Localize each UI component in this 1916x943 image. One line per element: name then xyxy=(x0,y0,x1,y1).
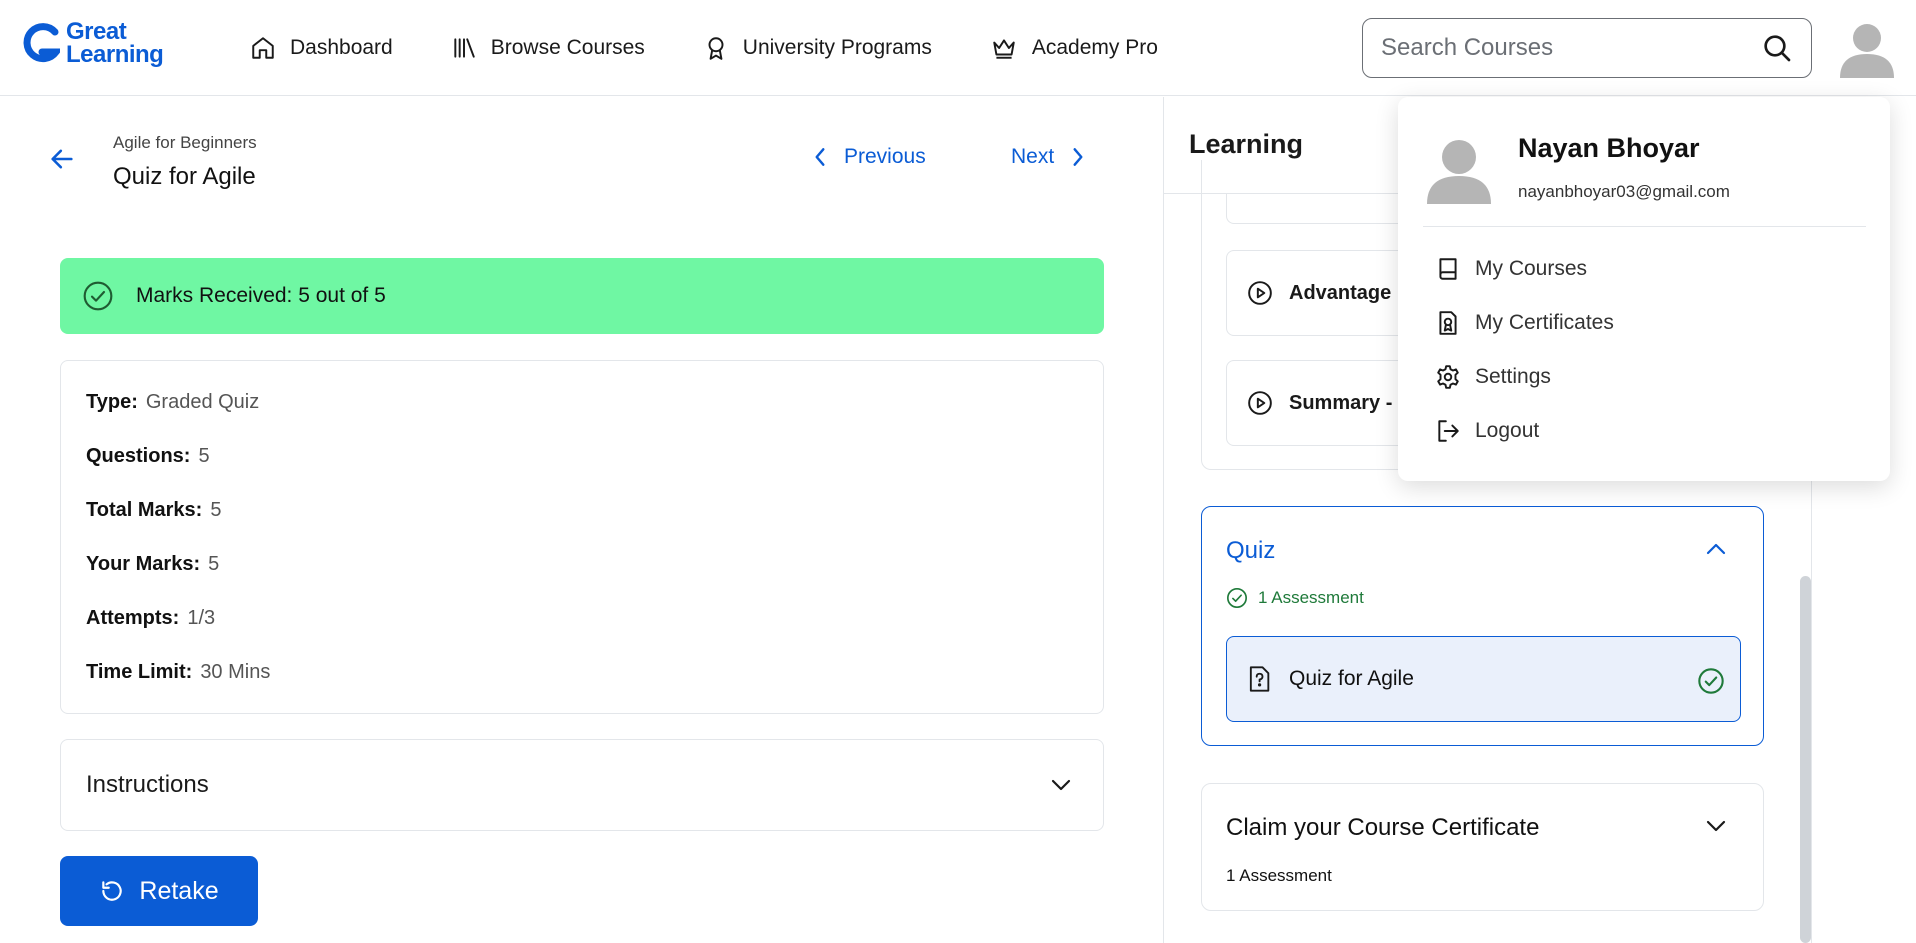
menu-my-courses-label: My Courses xyxy=(1475,257,1588,280)
info-key: Total Marks: xyxy=(86,499,203,521)
book-icon xyxy=(1439,258,1457,280)
info-key: Your Marks: xyxy=(86,553,201,575)
logo-text: Great Learning xyxy=(66,18,164,68)
info-value: 1/3 xyxy=(187,607,216,629)
info-value: 5 xyxy=(210,499,222,521)
quiz-file-icon xyxy=(1249,666,1270,692)
info-key: Time Limit: xyxy=(86,661,193,683)
nav-browse-courses-label: Browse Courses xyxy=(490,36,645,59)
quiz-section-title[interactable]: Quiz xyxy=(1226,537,1275,565)
certificate-icon xyxy=(1439,311,1457,335)
menu-my-certificates-label: My Certificates xyxy=(1475,311,1614,334)
info-value: 5 xyxy=(198,445,210,467)
chevron-down-icon xyxy=(1051,779,1071,791)
chevron-left-icon xyxy=(815,148,825,166)
instructions-accordion[interactable]: Instructions xyxy=(60,739,1104,831)
retake-icon xyxy=(102,881,123,901)
info-value: 5 xyxy=(208,553,220,575)
user-avatar[interactable] xyxy=(1838,18,1896,78)
retake-label: Retake xyxy=(139,876,219,905)
previous-label: Previous xyxy=(844,145,926,168)
certificate-section-title: Claim your Course Certificate xyxy=(1226,814,1540,841)
page-title: Quiz for Agile xyxy=(113,163,256,190)
check-circle-icon xyxy=(83,281,113,311)
previous-button[interactable]: Previous xyxy=(812,145,926,169)
search-input[interactable] xyxy=(1381,34,1761,62)
nav-university-programs-label: University Programs xyxy=(742,36,932,59)
top-header: Great Learning Dashboard Browse Courses … xyxy=(0,0,1916,96)
info-your-marks: Your Marks: 5 xyxy=(86,551,1078,605)
info-questions: Questions: 5 xyxy=(86,443,1078,497)
home-icon xyxy=(252,37,274,59)
menu-divider xyxy=(1423,226,1866,227)
info-value: 30 Mins xyxy=(200,661,271,683)
certificate-count: 1 Assessment xyxy=(1226,866,1332,885)
search-box xyxy=(1362,18,1812,78)
next-button[interactable]: Next xyxy=(1011,145,1086,169)
info-type: Type: Graded Quiz xyxy=(86,389,1078,443)
chevron-right-icon xyxy=(1073,148,1083,166)
content-divider xyxy=(1163,97,1164,943)
chevron-down-icon xyxy=(1706,820,1726,832)
certificate-section[interactable]: Claim your Course Certificate 1 Assessme… xyxy=(1201,783,1764,911)
quiz-info-card: Type: Graded Quiz Questions: 5 Total Marks… xyxy=(60,360,1104,714)
main-nav: Dashboard Browse Courses University Prog… xyxy=(250,28,1216,68)
quiz-section: Quiz 1 Assessment Quiz for Agile xyxy=(1201,506,1764,746)
sidebar-scrollbar[interactable] xyxy=(1800,576,1811,943)
logo-g-icon xyxy=(23,23,60,63)
completed-check-icon xyxy=(1698,668,1724,694)
play-circle-icon xyxy=(1248,391,1272,415)
info-time-limit: Time Limit: 30 Mins xyxy=(86,659,1078,713)
quiz-item-label: Quiz for Agile xyxy=(1289,667,1414,690)
lesson-label: Summary - xyxy=(1289,391,1393,414)
breadcrumb[interactable]: Agile for Beginners xyxy=(113,133,257,153)
next-label: Next xyxy=(1011,145,1055,168)
quiz-item-selected[interactable]: Quiz for Agile xyxy=(1226,636,1741,722)
marks-text: Marks Received: 5 out of 5 xyxy=(136,284,386,307)
lesson-label: Advantage xyxy=(1289,281,1392,304)
info-key: Type: xyxy=(86,391,138,413)
marks-banner: Marks Received: 5 out of 5 xyxy=(60,258,1104,334)
nav-dashboard-label: Dashboard xyxy=(290,36,393,59)
play-circle-icon xyxy=(1248,281,1272,305)
great-learning-logo[interactable]: Great Learning xyxy=(22,20,182,76)
profile-avatar xyxy=(1427,140,1491,204)
info-key: Attempts: xyxy=(86,607,180,629)
award-icon xyxy=(708,37,724,60)
nav-university-programs[interactable]: University Programs xyxy=(703,28,932,68)
library-icon xyxy=(454,38,475,58)
user-email: nayanbhoyar03@gmail.com xyxy=(1518,182,1730,201)
info-attempts: Attempts: 1/3 xyxy=(86,605,1078,659)
info-value: Graded Quiz xyxy=(145,391,260,413)
menu-settings-label: Settings xyxy=(1475,365,1551,388)
chevron-up-icon[interactable] xyxy=(1704,541,1728,557)
search-icon[interactable] xyxy=(1761,32,1793,64)
instructions-label: Instructions xyxy=(86,771,209,798)
user-name: Nayan Bhoyar xyxy=(1518,133,1700,163)
user-menu-dropdown: Nayan Bhoyar nayanbhoyar03@gmail.com My … xyxy=(1398,97,1890,481)
logout-icon xyxy=(1438,420,1459,442)
nav-academy-pro[interactable]: Academy Pro xyxy=(990,28,1158,68)
info-total-marks: Total Marks: 5 xyxy=(86,497,1078,551)
gear-icon xyxy=(1437,365,1459,389)
menu-my-certificates[interactable]: My Certificates xyxy=(1435,306,1614,340)
logo-line2: Learning xyxy=(66,41,164,68)
quiz-assessment-count: 1 Assessment xyxy=(1226,587,1364,609)
menu-logout-label: Logout xyxy=(1475,419,1540,442)
quiz-count-label: 1 Assessment xyxy=(1258,588,1364,607)
quiz-content: Agile for Beginners Quiz for Agile Previ… xyxy=(0,97,1163,943)
crown-icon xyxy=(993,39,1015,59)
menu-my-courses[interactable]: My Courses xyxy=(1435,252,1587,286)
back-arrow-icon[interactable] xyxy=(48,145,76,173)
nav-dashboard[interactable]: Dashboard xyxy=(250,28,393,68)
logo-line1: Great xyxy=(66,18,127,45)
menu-settings[interactable]: Settings xyxy=(1435,360,1551,394)
nav-browse-courses[interactable]: Browse Courses xyxy=(451,28,645,68)
nav-academy-pro-label: Academy Pro xyxy=(1031,36,1158,59)
info-key: Questions: xyxy=(86,445,191,467)
retake-button[interactable]: Retake xyxy=(60,856,258,926)
check-circle-icon xyxy=(1227,588,1247,608)
learning-title: Learning xyxy=(1189,129,1304,159)
menu-logout[interactable]: Logout xyxy=(1435,414,1539,448)
